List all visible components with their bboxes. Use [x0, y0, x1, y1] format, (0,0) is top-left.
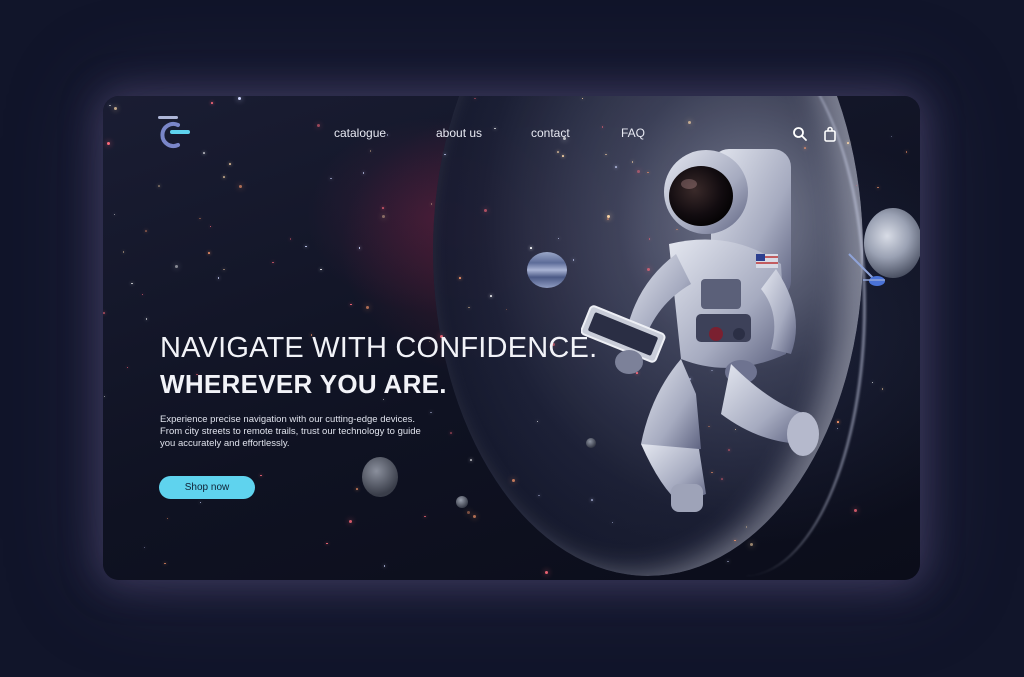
star — [562, 155, 564, 157]
small-moon — [456, 496, 468, 508]
star — [847, 142, 849, 144]
star — [109, 104, 111, 107]
star — [745, 526, 747, 528]
hero-card: catalogue about us contact FAQ NAVIGATE … — [103, 96, 920, 580]
nav-item-faq[interactable]: FAQ — [621, 126, 645, 140]
star — [877, 186, 879, 189]
star — [490, 295, 492, 297]
star — [238, 185, 242, 189]
star — [557, 151, 559, 153]
star — [113, 213, 116, 216]
star — [366, 306, 370, 310]
star — [450, 432, 452, 434]
star — [305, 245, 307, 248]
star — [209, 225, 212, 228]
star — [223, 268, 225, 271]
star — [141, 293, 144, 296]
star — [126, 366, 129, 369]
hero-headline-line2: WHEREVER YOU ARE. — [160, 369, 447, 399]
star — [749, 542, 753, 546]
star — [881, 388, 884, 390]
hero-description-line: you accurately and effortlessly. — [160, 438, 290, 449]
star — [272, 261, 274, 264]
nav-item-about-us[interactable]: about us — [436, 126, 482, 140]
star — [114, 107, 118, 111]
hero-description-line: Experience precise navigation with our c… — [160, 414, 416, 425]
shop-now-button[interactable]: Shop now — [159, 476, 255, 499]
hero-description: Experience precise navigation with our c… — [160, 414, 440, 450]
astronaut-illustration — [581, 149, 819, 512]
star — [223, 176, 225, 178]
star — [356, 488, 358, 490]
star — [199, 501, 202, 504]
star — [544, 571, 548, 575]
star — [386, 134, 389, 136]
star — [326, 542, 328, 545]
star — [687, 120, 691, 124]
star — [424, 515, 426, 518]
star — [358, 247, 361, 249]
brand-c-logo-icon[interactable] — [156, 115, 192, 149]
hero-headline-line1: NAVIGATE WITH CONFIDENCE. — [160, 332, 598, 364]
star — [459, 277, 461, 279]
star — [238, 97, 242, 101]
nav-item-contact[interactable]: contact — [531, 126, 570, 140]
star — [470, 459, 472, 461]
striped-planet — [527, 252, 567, 288]
hero-description-line: From city streets to remote trails, trus… — [160, 426, 421, 437]
star — [905, 151, 908, 153]
star — [382, 215, 386, 218]
star — [853, 508, 857, 512]
star — [383, 565, 386, 567]
star — [330, 177, 332, 180]
star — [103, 395, 106, 398]
gray-moon — [362, 457, 398, 497]
star — [890, 135, 893, 138]
star — [871, 381, 874, 384]
star — [572, 259, 575, 261]
star — [131, 282, 133, 285]
star — [145, 230, 147, 232]
star — [317, 123, 321, 127]
star — [217, 277, 220, 279]
star — [175, 265, 179, 269]
star — [260, 474, 262, 477]
star — [164, 562, 166, 565]
star — [530, 247, 532, 249]
star — [430, 203, 433, 205]
star — [166, 517, 169, 520]
star — [208, 252, 210, 254]
star — [158, 185, 160, 187]
star — [203, 152, 205, 154]
search-icon[interactable] — [792, 126, 808, 142]
satellite-illustration — [848, 253, 885, 286]
star — [362, 172, 365, 174]
shopping-bag-icon[interactable] — [822, 126, 838, 142]
star — [145, 318, 148, 320]
star — [467, 510, 471, 514]
star — [229, 163, 231, 165]
star — [320, 268, 322, 271]
star — [103, 312, 105, 314]
star — [369, 150, 372, 152]
star — [350, 303, 352, 306]
star — [199, 217, 201, 220]
star — [289, 238, 292, 240]
star — [472, 514, 476, 518]
star — [211, 102, 213, 104]
star — [837, 421, 839, 423]
star — [143, 546, 146, 549]
nav-item-catalogue[interactable]: catalogue — [334, 126, 386, 140]
star — [122, 251, 125, 253]
star — [107, 142, 111, 145]
star — [382, 207, 384, 209]
star — [601, 126, 604, 128]
star — [430, 411, 432, 414]
star — [348, 519, 352, 523]
